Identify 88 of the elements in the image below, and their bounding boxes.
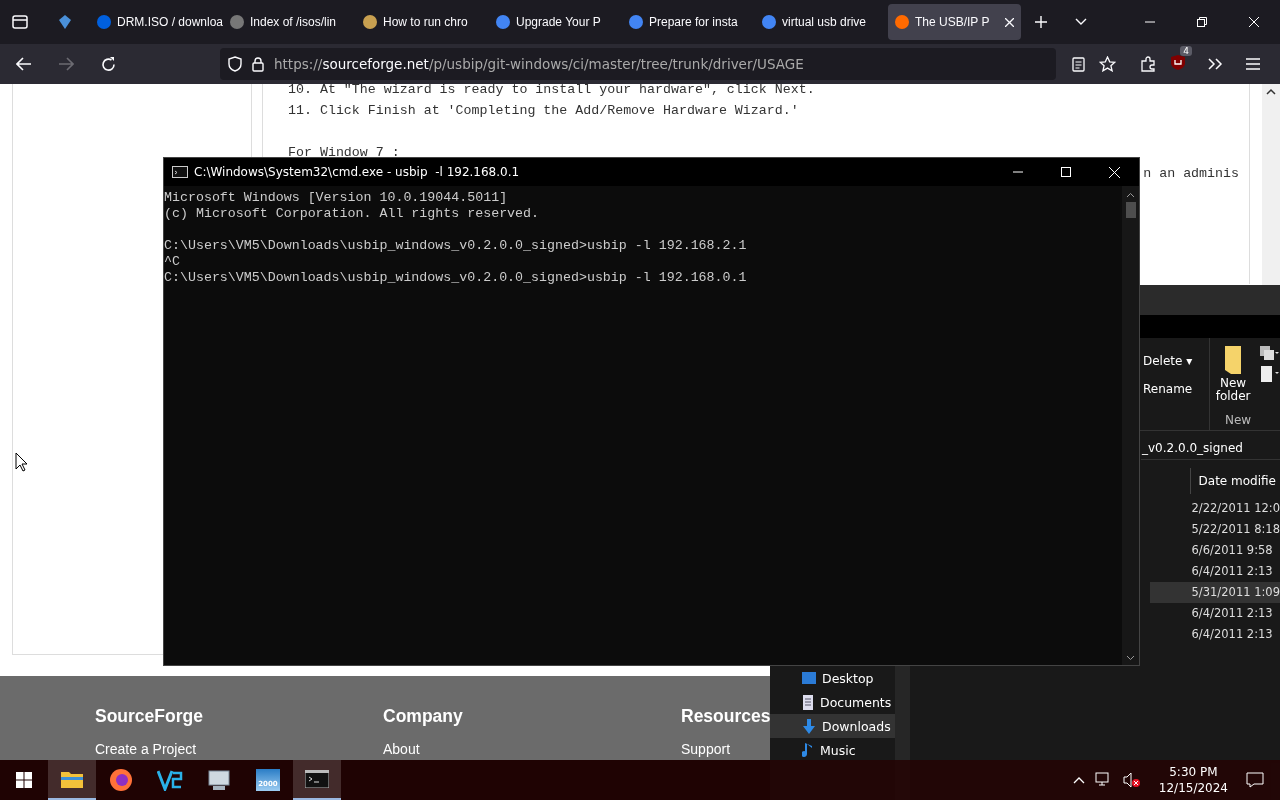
notification-icon[interactable] (1246, 772, 1264, 788)
music-note-icon (802, 742, 814, 758)
download-arrow-icon (802, 718, 816, 734)
address-path[interactable]: _v0.2.0.0_signed (1141, 437, 1280, 460)
reader-view-icon[interactable] (1072, 56, 1085, 72)
url-text: https://sourceforge.net/p/usbip/git-windows/ci/master/tree/trunk/driver/USAGE (274, 56, 804, 72)
pinned-tab-icon[interactable] (59, 15, 71, 29)
clock-date[interactable]: 12/15/2024 (1158, 780, 1228, 796)
date-cell[interactable]: 6/4/2011 2:13 (1149, 624, 1280, 645)
restore-icon[interactable] (1197, 17, 1207, 27)
scroll-up-icon[interactable] (1126, 192, 1135, 198)
terminal-icon (305, 770, 329, 788)
date-cell[interactable]: 5/22/2011 8:18 (1149, 519, 1280, 540)
nav-item[interactable]: Documents (770, 690, 895, 714)
maximize-icon[interactable] (1061, 166, 1071, 177)
folder-icon (1223, 346, 1244, 374)
extension-badge: 4 (1180, 45, 1192, 56)
puzzle-piece-icon[interactable] (1140, 56, 1156, 72)
browser-logo-icon (109, 768, 133, 792)
date-cell[interactable]: 5/31/2011 1:09 (1149, 582, 1280, 603)
chevron-down-icon[interactable] (1075, 18, 1087, 26)
browser-tab[interactable]: Upgrade Your P (489, 4, 622, 40)
date-cell[interactable]: 6/4/2011 2:13 (1149, 603, 1280, 624)
scrollbar[interactable] (1122, 186, 1139, 665)
footer-link[interactable]: Support (681, 741, 731, 757)
footer-heading: Company (383, 706, 463, 727)
text-line: n an adminis (1143, 166, 1239, 181)
close-icon[interactable] (1005, 17, 1014, 27)
footer-heading: SourceForge (95, 706, 203, 727)
nav-item[interactable]: Music (770, 738, 895, 762)
text-line: For Window 7 : (288, 145, 400, 160)
footer-link[interactable]: Create a Project (95, 741, 197, 757)
menu-icon[interactable] (1246, 58, 1260, 70)
new-item-icon[interactable] (1260, 366, 1280, 382)
copy-items-icon[interactable] (1260, 346, 1280, 360)
delete-button[interactable]: Delete ▾ (1143, 354, 1208, 368)
close-icon[interactable] (1109, 166, 1120, 178)
nav-item[interactable]: Downloads (770, 714, 895, 738)
taskbar-app[interactable] (293, 760, 341, 800)
date-cell[interactable]: 6/4/2011 2:13 (1149, 561, 1280, 582)
folder-icon (61, 770, 83, 788)
computer-icon (207, 769, 231, 791)
mouse-cursor-icon (15, 452, 28, 472)
nav-item[interactable]: Desktop (770, 666, 895, 690)
back-arrow-icon[interactable] (16, 57, 32, 71)
rename-button[interactable]: Rename (1143, 382, 1208, 396)
browser-tab[interactable]: virtual usb drive (755, 4, 888, 40)
taskbar-app[interactable] (48, 760, 96, 800)
date-cell[interactable]: 6/6/2011 9:58 (1149, 540, 1280, 561)
close-icon[interactable] (1249, 17, 1259, 27)
footer-heading: Resources (681, 706, 771, 727)
console-line: (c) Microsoft Corporation. All rights reserved. (164, 206, 540, 221)
clock-time[interactable]: 5:30 PM (1158, 764, 1228, 780)
reload-icon[interactable] (100, 56, 116, 72)
ribbon-group-label: New (1225, 413, 1252, 427)
scroll-down-icon[interactable] (1126, 655, 1135, 661)
browser-tab[interactable]: DRM.ISO / downloa (90, 4, 223, 40)
console-line: C:\Users\VM5\Downloads\usbip_windows_v0.2.0.0_signed>usbip -l 192.168.0.1 (164, 270, 747, 285)
star-icon[interactable] (1099, 56, 1116, 72)
terminal-icon (172, 166, 188, 178)
scroll-thumb[interactable] (1125, 202, 1136, 218)
text-line: 10. At "The wizard is ready to install your hardware", click Next. (288, 84, 815, 97)
new-tab-icon[interactable] (1035, 16, 1047, 28)
browser-tab[interactable]: How to run chro (356, 4, 489, 40)
desktop-icon (802, 672, 816, 684)
tab-list-icon[interactable] (12, 15, 28, 29)
shield-badge-icon[interactable] (1170, 53, 1186, 71)
browser-tab[interactable]: Prepare for insta (622, 4, 755, 40)
scrollbar[interactable] (1262, 84, 1280, 285)
date-cell[interactable]: 2/22/2011 12:0 (1149, 498, 1280, 519)
text-line: 11. Click Finish at 'Completing the Add/Remove Hardware Wizard.' (288, 103, 799, 118)
console-line: C:\Users\VM5\Downloads\usbip_windows_v0.2.0.0_signed>usbip -l 192.168.2.1 (164, 238, 747, 253)
start-windows-icon[interactable] (16, 772, 32, 788)
browser-tab[interactable]: Index of /isos/lin (223, 4, 356, 40)
window-title: C:\Windows\System32\cmd.exe - usbip -l 192.168.0.1 (194, 165, 520, 179)
speaker-muted-icon[interactable] (1122, 772, 1141, 788)
console-line: ^C (164, 254, 180, 269)
browser-tab[interactable]: The USB/IP P (888, 4, 1021, 40)
chevron-up-icon[interactable] (1072, 776, 1085, 784)
footer-link[interactable]: About (383, 741, 420, 757)
vs-logo-icon (157, 769, 183, 791)
console-line: Microsoft Windows [Version 10.0.19044.5011] (164, 190, 508, 205)
document-icon (802, 694, 814, 710)
shield-icon[interactable] (228, 56, 242, 72)
double-chevron-icon[interactable] (1208, 58, 1224, 70)
address-bar[interactable]: https://sourceforge.net/p/usbip/git-windows/ci/master/tree/trunk/driver/USAGE (220, 48, 1056, 80)
lock-icon[interactable] (252, 56, 264, 72)
column-header[interactable]: Date modifie (1189, 468, 1280, 494)
